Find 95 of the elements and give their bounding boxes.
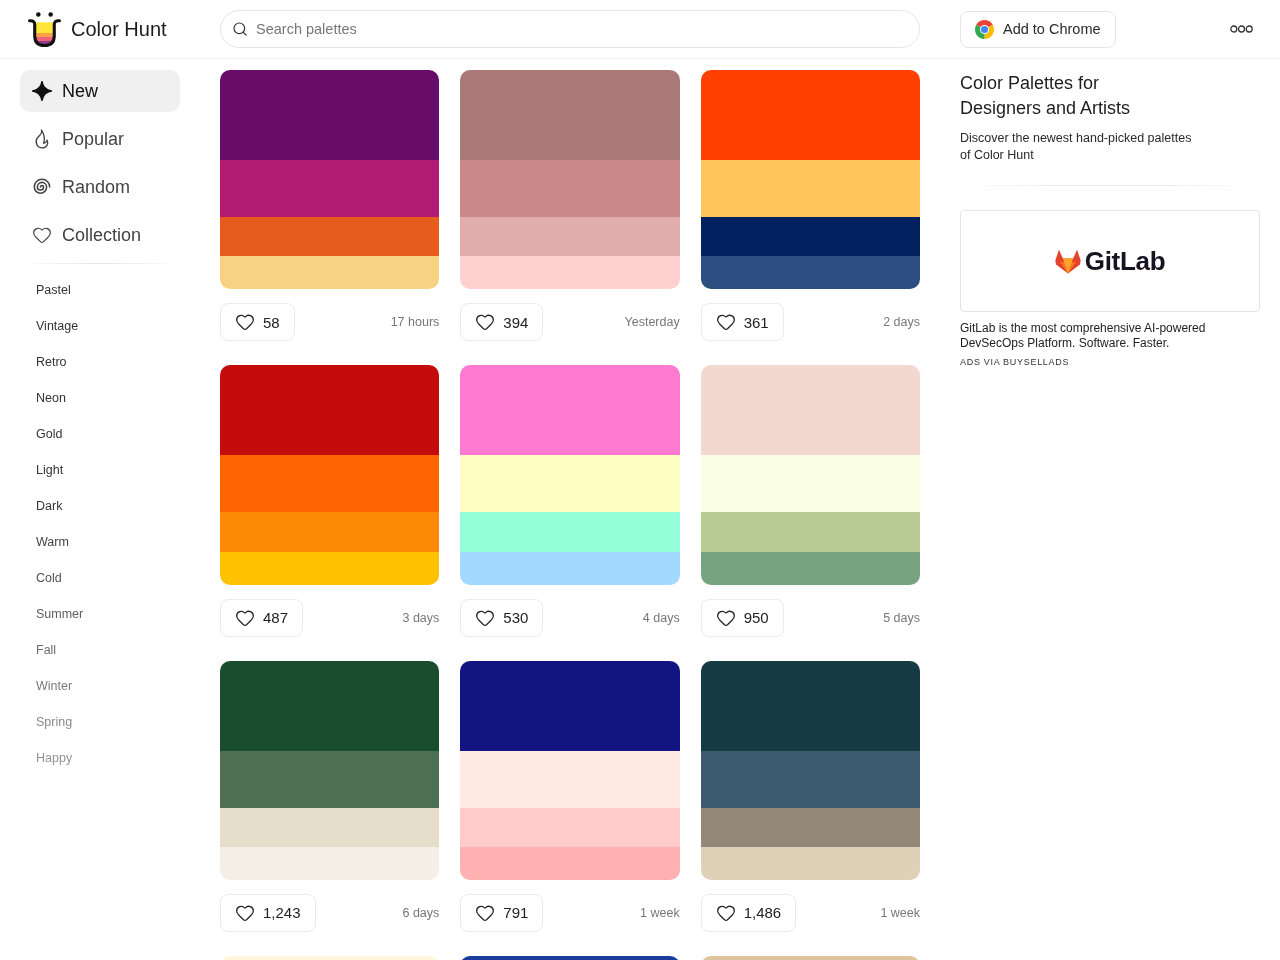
intro-text: Discover the newest hand-picked palettes of Color Hunt: [960, 130, 1193, 164]
palette-color[interactable]: [460, 512, 680, 552]
sidebar-nav-item[interactable]: Collection: [20, 214, 180, 256]
tag-link[interactable]: Vintage: [20, 308, 180, 344]
palette-age: 6 days: [402, 906, 440, 920]
palette-color[interactable]: [460, 551, 680, 585]
palette-color[interactable]: [700, 70, 920, 160]
palette-color[interactable]: [700, 660, 920, 751]
palette-age: Yesterday: [624, 315, 680, 330]
like-button[interactable]: 530: [460, 598, 544, 637]
tag-link[interactable]: Neon: [20, 380, 180, 416]
tag-link[interactable]: Fall: [20, 632, 180, 668]
palette-color[interactable]: [700, 216, 920, 257]
tag-link[interactable]: Retro: [20, 344, 180, 380]
search-field[interactable]: Search palettes: [220, 10, 920, 48]
palette-color[interactable]: [220, 750, 440, 808]
heart-icon: [235, 903, 255, 923]
like-button[interactable]: 361: [700, 303, 784, 342]
palette-color[interactable]: [220, 159, 440, 217]
palette-age: 5 days: [883, 610, 920, 625]
palette-color[interactable]: [220, 70, 440, 160]
palette-color[interactable]: [220, 807, 440, 848]
palette-color[interactable]: [460, 807, 680, 848]
palette-color[interactable]: [460, 750, 680, 808]
palette-color[interactable]: [700, 551, 920, 585]
palette-color[interactable]: [460, 660, 680, 751]
sidebar-nav-item[interactable]: Popular: [20, 118, 180, 160]
palette-color[interactable]: [220, 847, 440, 880]
chrome-logo-icon: [975, 19, 994, 39]
logo-icon: [28, 11, 61, 47]
palette-color[interactable]: [220, 512, 440, 552]
palette-color[interactable]: [700, 256, 920, 290]
palette-age: 1 week: [640, 906, 680, 920]
palette-color[interactable]: [460, 70, 680, 160]
heart-icon: [32, 225, 52, 245]
heart-icon: [475, 312, 496, 333]
tag-link[interactable]: Dark: [20, 488, 180, 524]
palette-age: 4 days: [642, 610, 680, 625]
tag-link[interactable]: Warm: [20, 524, 180, 560]
search-icon: [232, 21, 248, 37]
palette-color[interactable]: [220, 551, 440, 585]
palette-color[interactable]: [220, 455, 440, 513]
palette-color[interactable]: [700, 512, 920, 552]
sidebar-nav-item[interactable]: New: [20, 70, 180, 112]
intro-title: Color Palettes for Designers and Artists: [960, 72, 1132, 120]
tag-link[interactable]: Spring: [20, 704, 180, 740]
palette-color[interactable]: [700, 847, 920, 880]
palette-color[interactable]: [700, 365, 920, 456]
tag-link[interactable]: Winter: [20, 668, 180, 704]
fox-logo-icon: [1054, 248, 1081, 274]
heart-icon: [235, 312, 255, 333]
heart-icon: [715, 312, 736, 333]
palette-age: 1 week: [880, 906, 920, 920]
tag-link[interactable]: Gold: [20, 416, 180, 452]
more-button[interactable]: [1230, 25, 1253, 33]
palette-age: 2 days: [883, 315, 920, 330]
like-button[interactable]: 1,243: [220, 894, 316, 932]
palette-color[interactable]: [220, 365, 440, 456]
add-to-chrome-button[interactable]: Add to Chrome: [960, 10, 1116, 48]
tag-link[interactable]: Light: [20, 452, 180, 488]
sidebar-nav-item[interactable]: Random: [20, 166, 180, 208]
palette-color[interactable]: [220, 216, 440, 257]
like-button[interactable]: 487: [220, 598, 304, 637]
like-button[interactable]: 1,486: [700, 894, 797, 932]
like-button[interactable]: 791: [460, 894, 544, 932]
ad-banner[interactable]: GitLab: [960, 210, 1260, 312]
palette-color[interactable]: [460, 365, 680, 456]
palette-color[interactable]: [460, 159, 680, 217]
palette-color[interactable]: [460, 455, 680, 513]
spiral-icon: [32, 177, 52, 197]
palette-color[interactable]: [700, 807, 920, 848]
tag-link[interactable]: Summer: [20, 596, 180, 632]
tag-link[interactable]: Pastel: [20, 272, 180, 308]
ad-brand-text: GitLab: [1084, 245, 1166, 277]
palette-age: 17 hours: [390, 315, 440, 330]
like-button[interactable]: 58: [220, 303, 295, 342]
palette-color[interactable]: [700, 455, 920, 513]
like-button[interactable]: 394: [460, 303, 544, 342]
palette-color[interactable]: [220, 256, 440, 290]
brand-name[interactable]: Color Hunt: [71, 17, 167, 41]
ad-text[interactable]: GitLab is the most comprehensive AI-powered DevSecOps Platform. Software. Faster.: [960, 321, 1245, 351]
palette-color[interactable]: [460, 847, 680, 880]
palette-color[interactable]: [700, 159, 920, 217]
heart-icon: [475, 903, 496, 923]
sparkle-icon: [32, 81, 52, 101]
palette-color[interactable]: [220, 660, 440, 751]
tag-link[interactable]: Cold: [20, 560, 180, 596]
more-icon: [1230, 25, 1253, 33]
palette-color[interactable]: [460, 256, 680, 290]
heart-icon: [715, 903, 736, 923]
palette-age: 3 days: [402, 610, 440, 625]
ads-via-label[interactable]: ADS VIA BUYSELLADS: [960, 357, 1070, 367]
palette-color[interactable]: [460, 216, 680, 257]
palette-color[interactable]: [700, 750, 920, 808]
like-button[interactable]: 950: [700, 598, 784, 637]
